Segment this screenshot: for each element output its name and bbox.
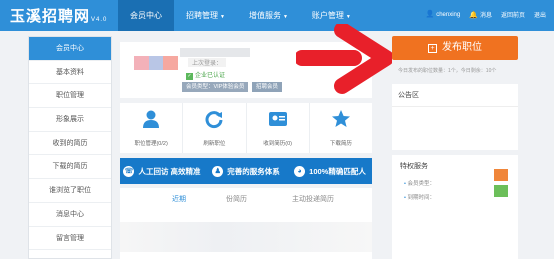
service-item-member-type: 会员类型：	[404, 179, 435, 187]
service-banner: ☏ 人工回访 高效精准 ♟ 完善的服务体系 ◕ 100%精确匹配人	[120, 158, 372, 184]
phone-icon: ☏	[123, 165, 135, 177]
publish-job-button[interactable]: + 发布职位	[392, 36, 518, 60]
quick-action-label: 下载简历	[329, 141, 352, 147]
service-status-swatch	[494, 169, 508, 181]
banner-item: ♟ 完善的服务体系	[204, 165, 288, 177]
tab-recent[interactable]: 近期	[172, 194, 186, 204]
sidebar-item-message-center[interactable]: 消息中心	[29, 203, 111, 227]
tab-active-submissions[interactable]: 主动投递简历	[292, 194, 334, 204]
top-nav-bar: 玉溪招聘网V4.0 会员中心 招聘管理 ▼ 增值服务 ▼ 账户管理 ▼ 👤 chenxi…	[0, 0, 554, 31]
quick-download-resumes[interactable]: 下载简历	[310, 103, 372, 153]
tab-resume-count[interactable]: 份简历	[226, 194, 247, 204]
sidebar-item-member-center[interactable]: 会员中心	[29, 37, 111, 61]
chevron-down-icon: ▼	[345, 14, 351, 20]
quick-refresh-jobs[interactable]: 刷新职位	[183, 103, 247, 153]
company-name	[180, 48, 250, 57]
user-icon	[143, 110, 160, 128]
site-logo[interactable]: 玉溪招聘网V4.0	[10, 5, 107, 26]
sidebar-item-job-viewers[interactable]: 谁浏览了职位	[29, 179, 111, 203]
bell-icon: 🔔	[469, 12, 478, 19]
chevron-down-icon: ▼	[220, 14, 225, 20]
refresh-icon	[205, 111, 223, 129]
recruit-member-badge: 招聘会员	[252, 82, 283, 92]
quick-actions: 职位管理(0/2) 刷新职位 收到简历(0) 下载简历	[120, 103, 372, 153]
username-link[interactable]: 👤 chenxing	[425, 10, 460, 19]
nav-member-center[interactable]: 会员中心	[118, 0, 174, 31]
publish-note: 今日发布的职位数量：1个，今日剩余：10个	[398, 68, 497, 74]
resume-tabs-panel: 近期 份简历 主动投递简历	[120, 188, 372, 259]
match-icon: ◕	[294, 165, 306, 177]
sidebar-item-basic-info[interactable]: 基本资料	[29, 61, 111, 85]
quick-job-management[interactable]: 职位管理(0/2)	[120, 103, 184, 153]
nav-recruit-management[interactable]: 招聘管理 ▼	[174, 0, 237, 31]
star-icon	[331, 110, 350, 127]
privilege-service-panel: 特权服务 会员类型： 到期时间：	[392, 155, 518, 259]
quick-action-label: 刷新职位	[203, 141, 226, 147]
user-links: 👤 chenxing 🔔 消息 返回前页 退出	[425, 10, 546, 19]
service-status-swatch	[494, 185, 508, 197]
plus-icon: +	[428, 44, 437, 53]
last-login-text: 上次登录：	[188, 58, 227, 67]
quick-action-label: 职位管理(0/2)	[134, 141, 168, 147]
announcement-panel: 公告区	[392, 84, 518, 150]
quick-received-resumes[interactable]: 收到简历(0)	[247, 103, 310, 153]
sidebar-item-received-resumes[interactable]: 收到的简历	[29, 132, 111, 156]
user-icon: 👤	[425, 11, 435, 18]
sidebar-item-image-display[interactable]: 形象展示	[29, 108, 111, 132]
sidebar: 会员中心 基本资料 职位管理 形象展示 收到的简历 下载的简历 谁浏览了职位 消…	[28, 36, 112, 259]
nav-value-added-services[interactable]: 增值服务 ▼	[237, 0, 300, 31]
logout-link[interactable]: 退出	[534, 10, 546, 19]
announcement-title: 公告区	[392, 84, 518, 107]
company-logo	[134, 56, 179, 70]
membership-badge: 会员类型：VIP体验会员	[182, 82, 249, 92]
banner-item: ☏ 人工回访 高效精准	[123, 165, 201, 177]
verified-status: ✓ 企业已认证	[186, 73, 226, 80]
resume-list-area	[120, 222, 372, 252]
messages-link[interactable]: 🔔 消息	[469, 10, 492, 19]
sidebar-item-comment-management[interactable]: 留言管理	[29, 227, 111, 251]
check-icon: ✓	[186, 73, 193, 80]
resume-icon	[268, 112, 287, 126]
service-item-expiry: 到期时间：	[404, 193, 435, 201]
sidebar-item-job-management[interactable]: 职位管理	[29, 84, 111, 109]
return-link[interactable]: 返回前页	[501, 10, 525, 19]
quick-action-label: 收到简历(0)	[263, 141, 292, 147]
red-arrow-icon	[296, 24, 392, 94]
sidebar-item-downloaded-resumes[interactable]: 下载的简历	[29, 155, 111, 180]
chevron-down-icon: ▼	[282, 14, 288, 20]
banner-item: ◕ 100%精确匹配人	[288, 165, 372, 177]
service-icon: ♟	[212, 165, 224, 177]
